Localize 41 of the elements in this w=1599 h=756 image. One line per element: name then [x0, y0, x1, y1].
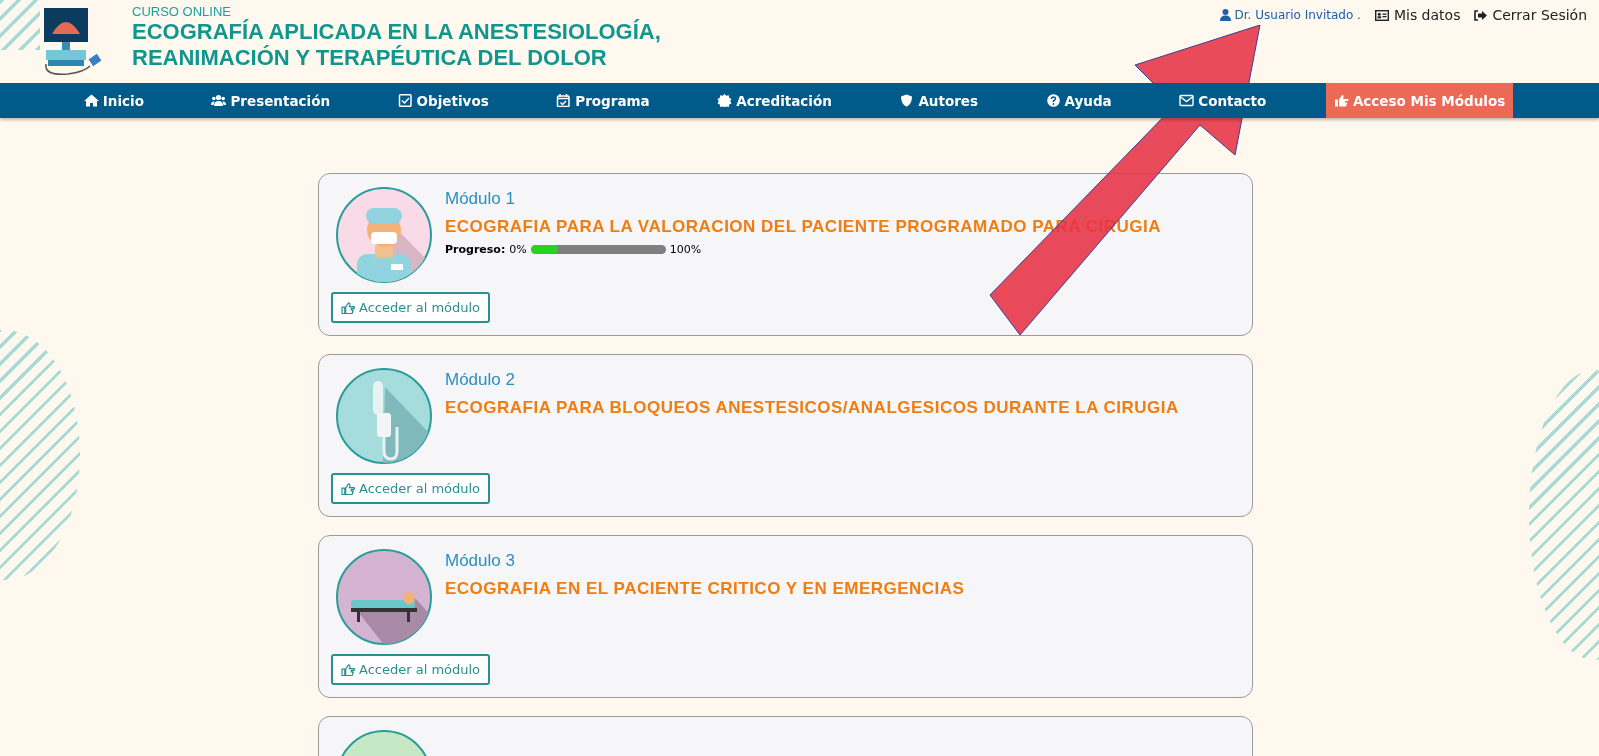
nav-tab[interactable]: Ayuda	[1037, 83, 1120, 118]
module-number: Módulo 1	[445, 189, 516, 209]
nav-tab[interactable]: Acreditación	[709, 83, 840, 118]
stripe-pattern	[0, 0, 40, 50]
course-title: ECOGRAFÍA APLICADA EN LA ANESTESIOLOGÍA,	[132, 19, 661, 45]
logout-icon	[1474, 9, 1488, 21]
mail-icon	[1179, 94, 1195, 107]
module-title: ECOGRAFIA PARA BLOQUEOS ANESTESICOS/ANALGESICOS DURANTE LA CIRUGIA	[445, 398, 1179, 418]
pointing-hand-icon	[341, 663, 355, 676]
header-link[interactable]: Mis datos	[1374, 7, 1461, 23]
header-link[interactable]: Cerrar Sesión	[1474, 7, 1587, 23]
badge-icon	[717, 94, 733, 107]
id-card-icon	[1374, 9, 1389, 21]
hand-icon	[1333, 94, 1349, 107]
progress-label: Progreso:	[445, 243, 506, 256]
module-number: Módulo 3	[445, 551, 516, 571]
user-icon	[1219, 9, 1231, 21]
course-label: CURSO ONLINE	[132, 4, 232, 19]
home-icon	[83, 94, 99, 107]
pointing-hand-icon	[341, 482, 355, 495]
course-title: REANIMACIÓN Y TERAPÉUTICA DEL DOLOR	[132, 45, 608, 71]
nav-tab[interactable]: Contacto	[1171, 83, 1275, 118]
access-module-button[interactable]: Acceder al módulo	[331, 473, 491, 504]
access-module-button[interactable]: Acceder al módulo	[331, 654, 491, 685]
shield-icon	[899, 94, 915, 107]
users-icon	[211, 94, 227, 107]
progress-start: 0%	[509, 243, 527, 256]
access-module-button[interactable]: Acceder al módulo	[331, 292, 491, 323]
module-title: ECOGRAFIA EN EL PACIENTE CRITICO Y EN EMERGENCIAS	[445, 579, 965, 599]
nav-tab[interactable]: Presentación	[203, 83, 339, 118]
user-link[interactable]: Dr. Usuario Invitado .	[1219, 7, 1361, 23]
nav-tab[interactable]: Autores	[891, 83, 987, 118]
help-icon	[1045, 94, 1061, 107]
nav-tab[interactable]: Inicio	[75, 83, 152, 118]
calendar-icon	[556, 94, 572, 107]
module-number: Módulo 2	[445, 370, 516, 390]
progress-end: 100%	[669, 243, 702, 256]
check-icon	[397, 94, 413, 107]
nav-tab[interactable]: Programa	[548, 83, 658, 118]
nav-tab[interactable]: Objetivos	[389, 83, 497, 118]
pointing-hand-icon	[341, 301, 355, 314]
